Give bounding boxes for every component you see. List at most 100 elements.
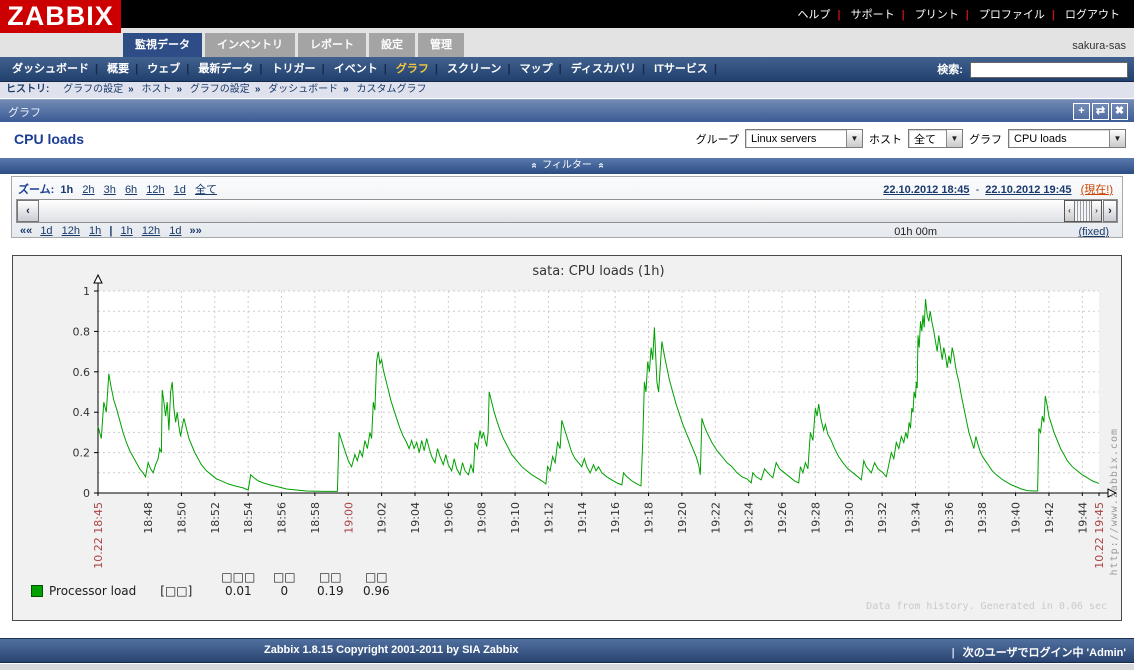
nav-web[interactable]: ウェブ: [147, 63, 180, 75]
zoom-row: ズーム: 1h 2h 3h 6h 12h 1d 全て 22.10.2012 18…: [12, 177, 1122, 197]
history-item[interactable]: ダッシュボード: [268, 84, 338, 95]
history-item[interactable]: グラフの設定: [190, 84, 250, 95]
move-right-1h[interactable]: 1h: [121, 225, 133, 237]
slider-right-grip[interactable]: ›: [1091, 201, 1101, 221]
svg-text:19:26: 19:26: [776, 502, 789, 534]
time-slider[interactable]: ‹ ›: [1064, 200, 1102, 222]
separator: |: [837, 9, 840, 21]
separator: |: [966, 9, 969, 21]
svg-text:19:10: 19:10: [509, 502, 522, 534]
zabbix-logo[interactable]: ZABBIX: [0, 0, 121, 33]
logout-link[interactable]: ログアウト: [1065, 9, 1120, 21]
zoom-1h[interactable]: 1h: [60, 184, 73, 196]
control-row: CPU loads グループ Linux servers▼ ホスト 全て▼ グラ…: [0, 122, 1134, 158]
refresh-icon[interactable]: ⇄: [1092, 103, 1109, 120]
add-graph-icon[interactable]: +: [1073, 103, 1090, 120]
slider-left-grip[interactable]: ‹: [1065, 201, 1075, 221]
tab-administration[interactable]: 管理: [418, 33, 464, 57]
history-item[interactable]: ホスト: [141, 84, 171, 95]
history-label: ヒストリ:: [6, 84, 49, 95]
separator: |: [384, 63, 387, 75]
scroll-right-button[interactable]: ›: [1103, 200, 1117, 222]
sub-nav-items: ダッシュボード| 概要| ウェブ| 最新データ| トリガー| イベント| グラフ…: [6, 57, 717, 81]
move-left-1d[interactable]: 1d: [40, 225, 52, 237]
svg-text:0.8: 0.8: [73, 325, 91, 338]
svg-text:0: 0: [83, 487, 90, 500]
zoom-12h[interactable]: 12h: [146, 184, 164, 196]
login-note: |次のユーザでログイン中 'Admin': [952, 644, 1126, 660]
profile-link[interactable]: プロファイル: [979, 9, 1045, 21]
print-link[interactable]: プリント: [915, 9, 959, 21]
filter-collapse-bar[interactable]: »フィルター»: [0, 158, 1134, 174]
host-select[interactable]: 全て▼: [908, 129, 963, 148]
move-right-12h[interactable]: 12h: [142, 225, 160, 237]
svg-text:19:30: 19:30: [843, 502, 856, 534]
svg-text:19:34: 19:34: [909, 502, 922, 534]
search-input[interactable]: [970, 62, 1128, 78]
separator: |: [259, 63, 262, 75]
nav-screens[interactable]: スクリーン: [447, 63, 501, 75]
main-tabs: 監視データ インベントリ レポート 設定 管理: [123, 33, 467, 57]
svg-text:19:08: 19:08: [476, 502, 489, 534]
cpu-loads-chart[interactable]: 00.20.40.60.8110.22 18:4518:4818:5018:52…: [12, 255, 1122, 621]
nav-discovery[interactable]: ディスカバリ: [571, 63, 636, 75]
history-item[interactable]: グラフの設定: [63, 84, 123, 95]
zabbix-watermark: http://www.zabbix.com: [1109, 428, 1120, 575]
period-start-link[interactable]: 22.10.2012 18:45: [883, 184, 969, 196]
nav-events[interactable]: イベント: [334, 63, 378, 75]
move-far-left-icon[interactable]: ««: [20, 225, 32, 237]
tab-reports[interactable]: レポート: [298, 33, 366, 57]
nav-overview[interactable]: 概要: [107, 63, 129, 75]
search-area: 検索:: [937, 61, 1128, 78]
separator: |: [642, 63, 645, 75]
separator: |: [507, 63, 510, 75]
fullscreen-icon[interactable]: ✖: [1111, 103, 1128, 120]
move-left-1h[interactable]: 1h: [89, 225, 101, 237]
tab-inventory[interactable]: インベントリ: [205, 33, 295, 57]
zoom-all[interactable]: 全て: [195, 184, 217, 196]
zoom-3h[interactable]: 3h: [104, 184, 116, 196]
legend-col-last: □□□ 0.01: [216, 570, 260, 599]
svg-text:19:16: 19:16: [609, 502, 622, 534]
chart-plot[interactable]: 00.20.40.60.8110.22 18:4518:4818:5018:52…: [13, 256, 1121, 586]
history-item[interactable]: カスタムグラフ: [357, 84, 427, 95]
group-select[interactable]: Linux servers▼: [745, 129, 863, 148]
move-far-right-icon[interactable]: »»: [190, 225, 202, 237]
date-range: 22.10.2012 18:45 - 22.10.2012 19:45 (現在!…: [880, 181, 1116, 197]
nav-latest-data[interactable]: 最新データ: [198, 63, 253, 75]
nav-graphs[interactable]: グラフ: [396, 63, 429, 75]
separator: »: [343, 84, 349, 95]
svg-text:19:06: 19:06: [442, 502, 455, 534]
support-link[interactable]: サポート: [851, 9, 895, 21]
fixed-link[interactable]: (fixed): [1078, 226, 1109, 238]
svg-text:19:02: 19:02: [376, 502, 389, 534]
page-bottom-strip: [0, 664, 1134, 670]
help-link[interactable]: ヘルプ: [797, 9, 830, 21]
chart-footnote: Data from history. Generated in 0.06 sec: [866, 601, 1107, 612]
period-move-row: «« 1d 12h 1h | 1h 12h 1d »» 01h 00m (fix…: [12, 223, 1122, 241]
graph-select[interactable]: CPU loads▼: [1008, 129, 1126, 148]
nav-maps[interactable]: マップ: [520, 63, 553, 75]
nav-it-services[interactable]: ITサービス: [654, 63, 708, 75]
nav-triggers[interactable]: トリガー: [272, 63, 316, 75]
collapse-up-icon: »: [593, 163, 608, 169]
zoom-6h[interactable]: 6h: [125, 184, 137, 196]
svg-text:0.6: 0.6: [73, 366, 91, 379]
scroll-left-button[interactable]: ‹: [17, 200, 39, 222]
svg-text:0.2: 0.2: [73, 447, 91, 460]
nav-dashboard[interactable]: ダッシュボード: [12, 63, 89, 75]
period-end-link[interactable]: 22.10.2012 19:45: [985, 184, 1071, 196]
top-links: ヘルプ| サポート| プリント| プロファイル| ログアウト: [793, 6, 1124, 22]
zoom-2h[interactable]: 2h: [82, 184, 94, 196]
move-left-12h[interactable]: 12h: [62, 225, 80, 237]
section-bar: グラフ + ⇄ ✖: [0, 99, 1134, 122]
zoom-1d[interactable]: 1d: [174, 184, 186, 196]
slider-grip[interactable]: [1075, 201, 1091, 221]
legend-col-max: □□ 0.96: [354, 570, 398, 599]
svg-text:19:20: 19:20: [676, 502, 689, 534]
tab-monitoring[interactable]: 監視データ: [123, 33, 202, 57]
tab-configuration[interactable]: 設定: [369, 33, 415, 57]
svg-text:1: 1: [83, 285, 90, 298]
now-link[interactable]: (現在!): [1081, 184, 1113, 196]
move-right-1d[interactable]: 1d: [169, 225, 181, 237]
